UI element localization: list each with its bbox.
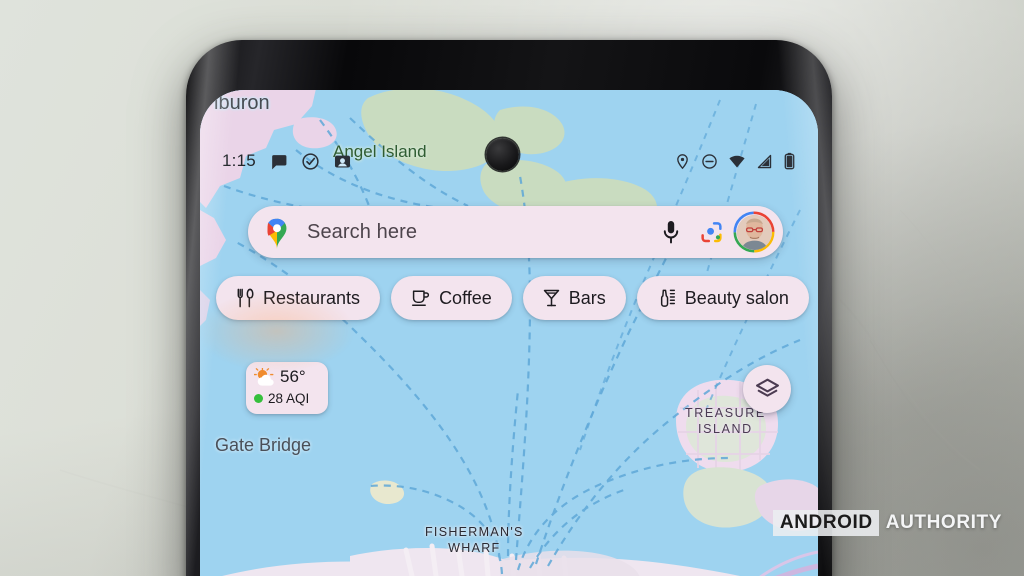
cellular-signal-icon xyxy=(757,154,772,168)
weather-aqi-row: 28 AQI xyxy=(254,391,320,406)
app-notification-icon xyxy=(334,155,350,167)
map-layers-icon xyxy=(755,378,779,397)
chip-label: Coffee xyxy=(439,287,492,308)
front-camera-punch-hole xyxy=(486,138,519,171)
watermark-suffix: AUTHORITY xyxy=(885,512,1002,533)
avatar-person-photo xyxy=(736,214,772,250)
location-pin-icon xyxy=(677,153,688,169)
chip-bars[interactable]: Bars xyxy=(522,276,626,320)
weather-temperature: 56° xyxy=(280,367,306,386)
do-not-disturb-icon xyxy=(702,153,717,169)
status-bar-right xyxy=(674,152,796,170)
android-authority-watermark: ANDROID AUTHORITY xyxy=(772,510,1002,536)
aqi-status-dot xyxy=(254,394,263,403)
chip-coffee[interactable]: Coffee xyxy=(391,276,512,320)
chip-label: Bars xyxy=(568,287,606,308)
weather-aqi-value: 28 AQI xyxy=(268,391,310,406)
coffee-cup-icon xyxy=(412,290,430,306)
watermark-brand: ANDROID xyxy=(772,510,879,536)
search-bar[interactable]: Search here xyxy=(248,206,783,258)
chat-bubble-icon xyxy=(272,154,287,169)
cocktail-glass-icon xyxy=(543,289,560,307)
weather-temperature-row: 56° xyxy=(254,367,320,387)
chip-label: Restaurants xyxy=(263,287,361,308)
search-input-placeholder[interactable]: Search here xyxy=(307,221,651,244)
restaurant-fork-knife-icon xyxy=(237,288,254,308)
avatar-photo xyxy=(736,214,772,250)
phone-device: iburon Angel Island Gate Bridge TREASURE… xyxy=(186,40,832,576)
google-lens-icon xyxy=(700,221,722,242)
voice-search-button[interactable] xyxy=(651,212,691,252)
chip-label: Beauty salon xyxy=(684,287,789,308)
beauty-salon-icon xyxy=(660,289,675,307)
chip-restaurants[interactable]: Restaurants xyxy=(216,276,381,320)
account-avatar[interactable] xyxy=(733,211,775,253)
map-layers-button[interactable] xyxy=(743,365,791,413)
category-chips-row[interactable]: Restaurants Coffee Bars Beauty salon xyxy=(216,275,818,321)
microphone-icon xyxy=(663,221,679,244)
google-lens-button[interactable] xyxy=(691,212,731,252)
screenshot-stage: iburon Angel Island Gate Bridge TREASURE… xyxy=(0,0,1024,576)
phone-screen[interactable]: iburon Angel Island Gate Bridge TREASURE… xyxy=(200,90,818,576)
google-maps-pin-icon xyxy=(267,218,287,249)
partly-cloudy-sun-icon xyxy=(254,367,274,386)
battery-icon xyxy=(784,152,795,170)
check-circle-icon xyxy=(302,152,319,170)
status-bar-left: 1:15 xyxy=(222,151,352,171)
chip-beauty-salon[interactable]: Beauty salon xyxy=(636,276,809,320)
weather-aqi-widget[interactable]: 56° 28 AQI xyxy=(246,362,328,414)
wifi-icon xyxy=(729,155,745,167)
status-bar-clock: 1:15 xyxy=(222,151,256,170)
